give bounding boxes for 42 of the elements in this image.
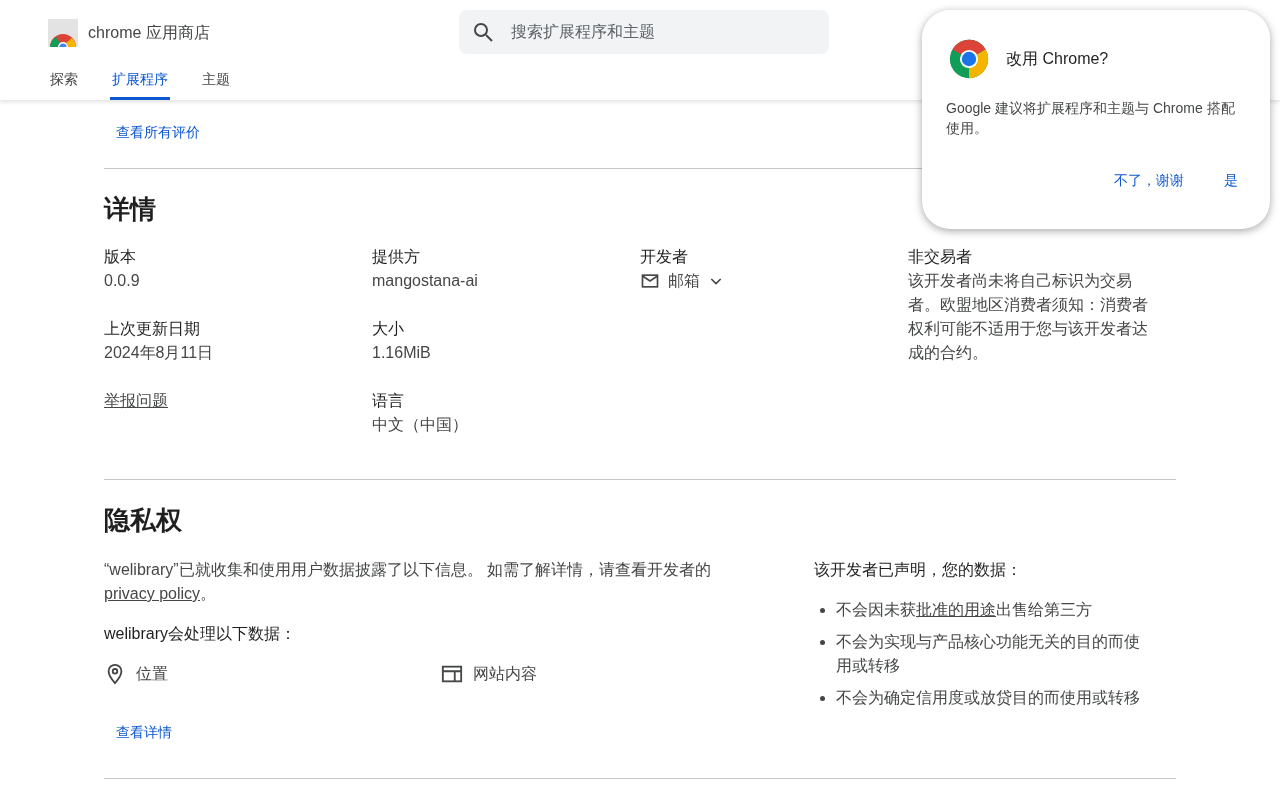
detail-label: 非交易者 bbox=[908, 247, 973, 267]
privacy-policy-link[interactable]: privacy policy bbox=[104, 585, 201, 602]
declaration-title: 该开发者已声明，您的数据： bbox=[814, 560, 1023, 580]
dialog-button[interactable]: 不了，谢谢 bbox=[1098, 164, 1200, 197]
detail-label: 版本 bbox=[104, 247, 137, 267]
approved-use-link[interactable]: 批准的用途 bbox=[916, 601, 996, 618]
email-dropdown[interactable]: 邮箱 bbox=[640, 269, 724, 293]
store-logo-icon bbox=[48, 19, 78, 47]
search-icon bbox=[471, 20, 495, 44]
detail-value: 0.0.9 bbox=[104, 271, 141, 291]
nav-tab[interactable]: 主题 bbox=[200, 64, 232, 100]
detail-value: 2024年8月11日 bbox=[104, 343, 215, 363]
dialog-message: Google 建议将扩展程序和主题与 Chrome 搭配使用。 bbox=[946, 99, 1236, 138]
web-page-icon bbox=[441, 663, 463, 685]
nav-tab[interactable]: 扩展程序 bbox=[110, 64, 170, 100]
detail-label: 大小 bbox=[372, 319, 405, 339]
search-field[interactable]: 搜索扩展程序和主题 bbox=[459, 10, 829, 54]
detail-value: 中文（中国） bbox=[372, 415, 469, 435]
dialog-title: 改用 Chrome? bbox=[1006, 49, 1109, 69]
mail-icon bbox=[640, 271, 660, 291]
detail-label: 开发者 bbox=[640, 247, 689, 267]
dialog-button[interactable]: 是 bbox=[1208, 164, 1254, 197]
detail-value: 1.16MiB bbox=[372, 343, 432, 363]
declaration-item: 不会因未获批准的用途出售给第三方 bbox=[836, 600, 1092, 620]
declaration-item: 不会为确定信用度或放贷目的而使用或转移 bbox=[836, 688, 1140, 708]
detail-value: mangostana-ai bbox=[372, 271, 479, 291]
data-type-label: 网站内容 bbox=[473, 664, 537, 684]
privacy-description: “welibrary”已就收集和使用用户数据披露了以下信息。 如需了解详情，请查看开发者的 privacy policy。 bbox=[104, 560, 713, 604]
detail-label: 提供方 bbox=[372, 247, 421, 267]
detail-value: 该开发者尚未将自己标识为交易者。欧盟地区消费者须知：消费者权利可能不适用于您与该开发者达成的合约。 bbox=[908, 271, 1149, 363]
declaration-item: 不会为实现与产品核心功能无关的目的而使用或转移 bbox=[836, 632, 1141, 676]
section-heading: 隐私权 bbox=[104, 504, 183, 536]
all-reviews-link[interactable]: 查看所有评价 bbox=[116, 122, 200, 142]
detail-label: 上次更新日期 bbox=[104, 319, 201, 339]
view-details-link[interactable]: 查看详情 bbox=[116, 722, 172, 742]
nav-tab[interactable]: 探索 bbox=[48, 64, 80, 100]
section-heading: 详情 bbox=[104, 193, 157, 225]
data-type-label: 位置 bbox=[136, 664, 168, 684]
store-title: chrome 应用商店 bbox=[88, 23, 210, 43]
report-link[interactable]: 举报问题 bbox=[104, 389, 168, 413]
detail-label: 语言 bbox=[372, 391, 405, 411]
data-handling-title: welibrary会处理以下数据： bbox=[104, 624, 297, 644]
